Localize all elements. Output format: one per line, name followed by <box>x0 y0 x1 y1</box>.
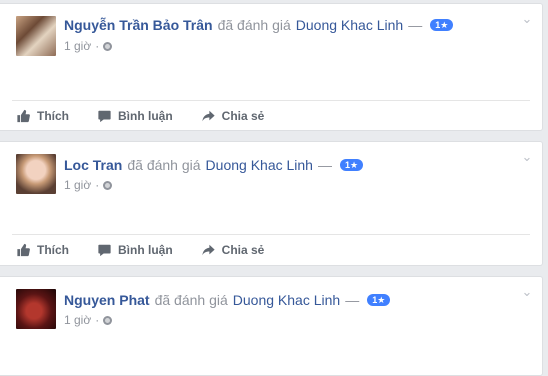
post-headline: Loc Tran đã đánh giá Duong Khac Linh — 1… <box>64 157 364 173</box>
author-name-link[interactable]: Loc Tran <box>64 157 122 173</box>
rating-badge: 1★ <box>430 19 454 31</box>
post-meta: 1 giờ · <box>64 39 113 53</box>
share-button[interactable]: Chia sẻ <box>201 109 265 123</box>
author-name-link[interactable]: Nguyễn Trần Bảo Trân <box>64 17 213 33</box>
post-actions: Thích Bình luận Chia sẻ <box>16 241 292 259</box>
like-button[interactable]: Thích <box>16 243 69 257</box>
post-meta: 1 giờ · <box>64 178 113 192</box>
post-headline: Nguyen Phat đã đánh giá Duong Khac Linh … <box>64 292 391 308</box>
post-actions: Thích Bình luận Chia sẻ <box>16 107 292 125</box>
like-button[interactable]: Thích <box>16 109 69 123</box>
post-timestamp[interactable]: 1 giờ <box>64 313 91 327</box>
meta-dot: · <box>95 39 100 53</box>
author-avatar[interactable] <box>16 16 56 56</box>
page-name-link[interactable]: Duong Khac Linh <box>233 292 340 308</box>
page-name-link[interactable]: Duong Khac Linh <box>206 157 313 173</box>
chevron-down-icon[interactable]: ⌄ <box>520 285 534 299</box>
rating-badge: 1★ <box>339 159 364 171</box>
thumbs-up-icon <box>17 243 30 257</box>
post-meta: 1 giờ · <box>64 313 113 327</box>
separator-dash: — <box>408 17 423 33</box>
feed-post-3: Nguyen Phat đã đánh giá Duong Khac Linh … <box>0 276 543 376</box>
chevron-down-icon[interactable]: ⌄ <box>520 150 534 164</box>
share-button[interactable]: Chia sẻ <box>201 243 265 257</box>
post-timestamp[interactable]: 1 giờ <box>64 178 91 192</box>
thumbs-up-icon <box>17 109 30 123</box>
comment-label: Bình luận <box>118 243 173 257</box>
post-headline: Nguyễn Trần Bảo Trân đã đánh giá Duong K… <box>64 17 454 33</box>
comment-button[interactable]: Bình luận <box>97 243 173 257</box>
divider <box>12 234 530 235</box>
meta-dot: · <box>95 313 100 327</box>
like-label: Thích <box>37 243 69 257</box>
author-avatar[interactable] <box>16 289 56 329</box>
author-name-link[interactable]: Nguyen Phat <box>64 292 150 308</box>
action-text: đã đánh giá <box>154 292 228 308</box>
comment-button[interactable]: Bình luận <box>97 109 173 123</box>
separator-dash: — <box>345 292 360 308</box>
action-text: đã đánh giá <box>127 157 201 173</box>
share-arrow-icon <box>202 110 215 122</box>
rating-badge: 1★ <box>367 294 391 306</box>
post-timestamp[interactable]: 1 giờ <box>64 39 91 53</box>
globe-icon <box>103 180 113 190</box>
feed-post-1: Nguyễn Trần Bảo Trân đã đánh giá Duong K… <box>0 3 543 131</box>
share-label: Chia sẻ <box>221 109 265 123</box>
author-avatar[interactable] <box>16 154 56 194</box>
globe-icon <box>103 315 113 325</box>
comment-label: Bình luận <box>118 109 173 123</box>
separator-dash: — <box>317 157 332 173</box>
chevron-down-icon[interactable]: ⌄ <box>520 12 534 26</box>
like-label: Thích <box>37 109 69 123</box>
feed-post-2: Loc Tran đã đánh giá Duong Khac Linh — 1… <box>0 141 543 266</box>
page-name-link[interactable]: Duong Khac Linh <box>296 17 403 33</box>
divider <box>12 100 530 101</box>
globe-icon <box>103 41 113 51</box>
action-text: đã đánh giá <box>217 17 291 33</box>
comment-icon <box>98 110 111 123</box>
meta-dot: · <box>95 178 100 192</box>
comment-icon <box>98 244 111 257</box>
share-arrow-icon <box>202 244 215 256</box>
share-label: Chia sẻ <box>221 243 265 257</box>
